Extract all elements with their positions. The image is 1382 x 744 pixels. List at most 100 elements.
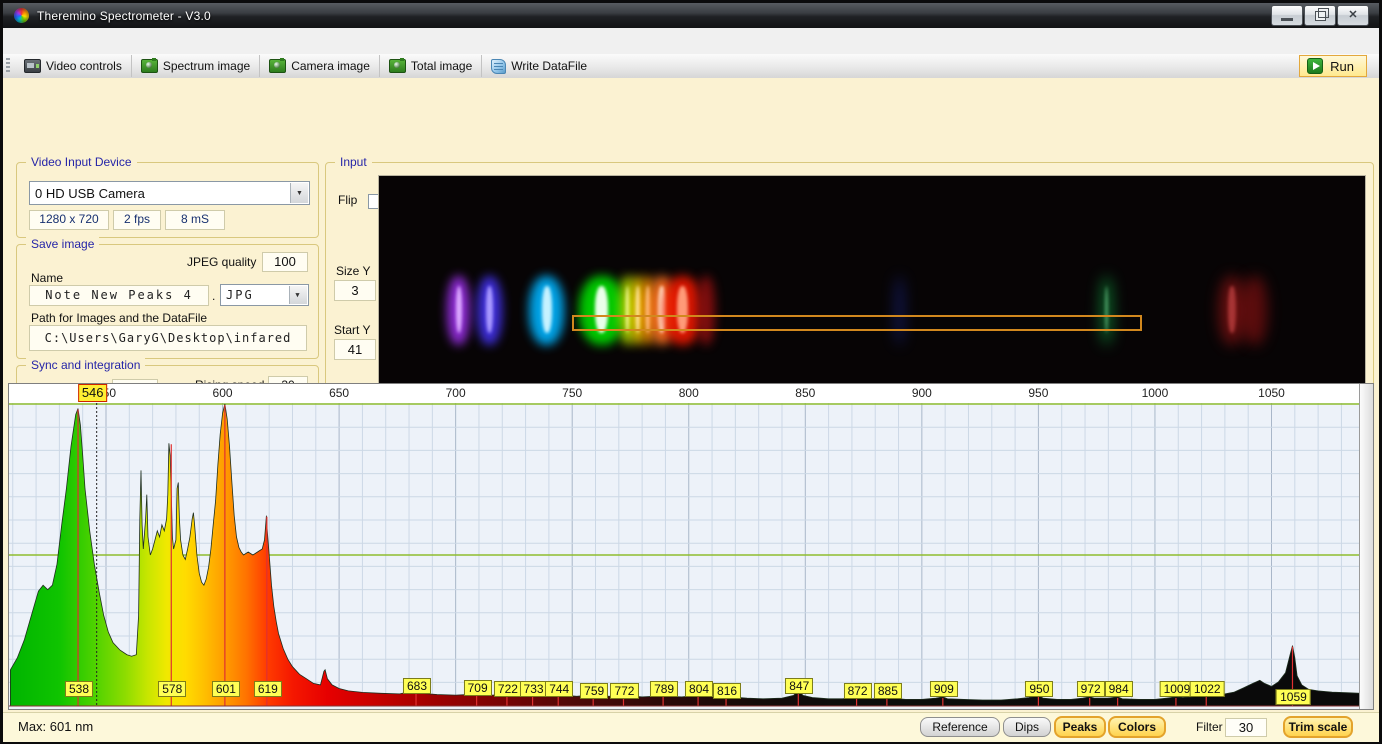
chart-right-scrollbar[interactable] <box>1359 384 1373 709</box>
peak-label: 1022 <box>1190 681 1225 697</box>
spectrum-chart: 55060065070075080085090095010001050546 5… <box>8 383 1374 710</box>
axis-tick-label: 900 <box>912 386 932 400</box>
camera-icon <box>389 59 406 73</box>
wavelength-axis: 55060065070075080085090095010001050546 <box>9 384 1360 403</box>
filter-label: Filter <box>1196 720 1223 734</box>
peak-label: 709 <box>464 680 492 696</box>
spectrum-selection-rect[interactable] <box>572 315 1142 330</box>
name-label: Name <box>31 271 63 285</box>
axis-tick-label: 600 <box>213 386 233 400</box>
peak-label: 744 <box>545 681 573 697</box>
peaks-button[interactable]: Peaks <box>1054 716 1106 738</box>
menu-item[interactable] <box>99 37 123 45</box>
run-play-icon <box>1307 58 1323 74</box>
peak-label: 950 <box>1025 681 1053 697</box>
menu-bar <box>3 28 1379 55</box>
peak-label: 984 <box>1105 681 1133 697</box>
spectral-band <box>697 276 715 346</box>
menu-item[interactable] <box>27 37 51 45</box>
spectral-band-core <box>1228 286 1235 333</box>
group-title: Input <box>335 155 372 169</box>
peak-label: 872 <box>844 683 872 699</box>
dips-button[interactable]: Dips <box>1003 717 1051 737</box>
fps-badge: 2 fps <box>113 210 161 230</box>
spectral-band-core <box>542 286 552 333</box>
start-y-label: Start Y <box>334 323 370 337</box>
spectral-band <box>896 276 903 346</box>
peak-label: 759 <box>580 683 608 699</box>
peak-label: 578 <box>158 681 186 697</box>
axis-tick-label: 1000 <box>1142 386 1169 400</box>
peak-label: 733 <box>520 681 548 697</box>
menu-item[interactable] <box>75 37 99 45</box>
format-select[interactable]: JPG ▼ <box>220 284 309 306</box>
group-title: Save image <box>26 237 99 251</box>
reference-button[interactable]: Reference <box>920 717 1000 737</box>
toolbar-button[interactable]: Spectrum image <box>131 55 259 77</box>
toolbar-button[interactable]: Write DataFile <box>481 55 596 77</box>
size-y-field[interactable]: 3 <box>334 280 376 301</box>
menu-item[interactable] <box>3 37 27 45</box>
axis-tick-label: 1050 <box>1258 386 1285 400</box>
minimize-icon <box>1281 18 1293 21</box>
spectrum-plot[interactable] <box>9 403 1360 709</box>
theremino-logo-icon <box>14 8 29 23</box>
path-label: Path for Images and the DataFile <box>31 311 207 325</box>
jpeg-quality-field[interactable]: 100 <box>262 252 308 272</box>
start-y-field[interactable]: 41 <box>334 339 376 360</box>
path-field[interactable]: C:\Users\GaryG\Desktop\infared <box>29 325 307 351</box>
peak-label: 885 <box>874 683 902 699</box>
exposure-badge: 8 mS <box>165 210 225 230</box>
peak-label: 1059 <box>1276 689 1311 705</box>
run-button[interactable]: Run <box>1299 55 1367 77</box>
video-device-select[interactable]: 0 HD USB Camera ▼ <box>29 181 310 205</box>
toolbar-button[interactable]: Video controls <box>15 55 131 77</box>
marker-wavelength-label[interactable]: 546 <box>78 384 108 402</box>
close-button[interactable]: ✕ <box>1337 5 1369 26</box>
peak-label: 847 <box>785 678 813 694</box>
trim-scale-button[interactable]: Trim scale <box>1283 716 1353 738</box>
max-peak-readout: Max: 601 nm <box>18 719 93 734</box>
peak-label: 722 <box>494 681 522 697</box>
peak-label: 601 <box>212 681 240 697</box>
group-title: Sync and integration <box>26 358 145 372</box>
filter-field[interactable]: 30 <box>1225 718 1267 737</box>
peak-label: 619 <box>254 681 282 697</box>
spectral-band <box>1242 276 1267 346</box>
flip-label: Flip <box>338 193 357 207</box>
minimize-button[interactable] <box>1271 5 1303 26</box>
group-title: Video Input Device <box>26 155 137 169</box>
peak-label: 683 <box>403 678 431 694</box>
axis-tick-label: 650 <box>329 386 349 400</box>
jpeg-quality-label: JPEG quality <box>187 255 256 269</box>
peak-label: 772 <box>610 683 638 699</box>
menu-item[interactable] <box>51 37 75 45</box>
status-bar: Max: 601 nm Reference Dips Peaks Colors … <box>3 712 1379 742</box>
maximize-button[interactable] <box>1304 5 1336 26</box>
toolbar-button[interactable]: Total image <box>379 55 481 77</box>
window-title: Theremino Spectrometer - V3.0 <box>37 9 211 23</box>
camera-icon <box>141 59 158 73</box>
extension-dot: . <box>212 289 215 303</box>
chevron-down-icon: ▼ <box>290 183 308 203</box>
peak-label: 972 <box>1077 681 1105 697</box>
toolbar-button[interactable]: Camera image <box>259 55 379 77</box>
peak-label: 816 <box>713 683 741 699</box>
save-image-group: Save image JPEG quality 100 Name Note Ne… <box>16 244 319 359</box>
peak-label: 538 <box>65 681 93 697</box>
app-window: Theremino Spectrometer - V3.0 ✕ Video co… <box>0 0 1382 744</box>
axis-tick-label: 700 <box>446 386 466 400</box>
maximize-icon <box>1315 11 1326 21</box>
spectral-band-core <box>486 286 493 333</box>
spectral-band-core <box>456 286 462 333</box>
axis-tick-label: 750 <box>562 386 582 400</box>
chevron-down-icon: ▼ <box>289 286 307 304</box>
scroll-icon <box>491 59 506 74</box>
video-input-group: Video Input Device 0 HD USB Camera ▼ 128… <box>16 162 319 238</box>
camera-icon <box>269 59 286 73</box>
colors-button[interactable]: Colors <box>1108 716 1166 738</box>
axis-tick-label: 950 <box>1028 386 1048 400</box>
file-name-field[interactable]: Note New Peaks 4 <box>29 285 209 306</box>
axis-tick-label: 800 <box>679 386 699 400</box>
close-icon: ✕ <box>1348 10 1357 21</box>
